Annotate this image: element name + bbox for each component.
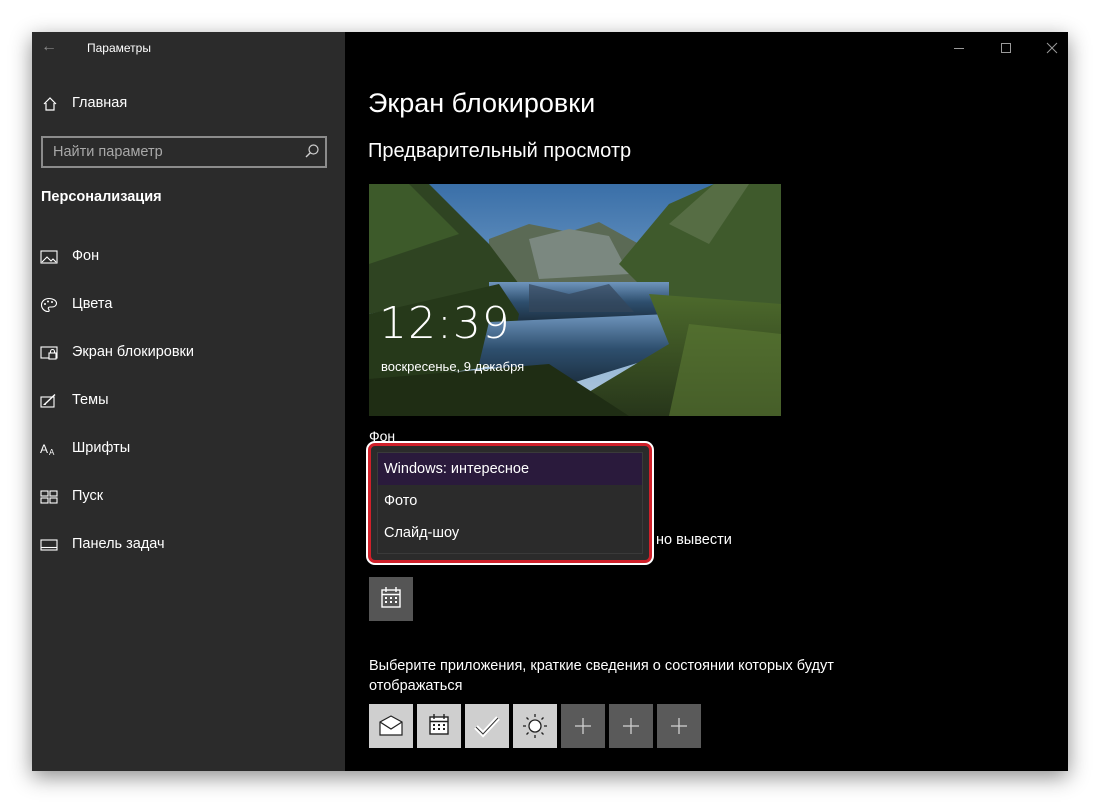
calendar-icon bbox=[381, 587, 401, 608]
sidebar-item-lock-screen[interactable]: Экран блокировки bbox=[32, 336, 345, 370]
add-icon bbox=[623, 718, 639, 734]
dropdown-option-label: Фото bbox=[384, 493, 418, 509]
preview-date: воскресенье, 9 декабря bbox=[381, 359, 525, 374]
sidebar-item-colors[interactable]: Цвета bbox=[32, 288, 345, 322]
app-tile-add[interactable] bbox=[657, 704, 701, 748]
preview-heading: Предварительный просмотр bbox=[368, 140, 632, 162]
home-icon bbox=[43, 97, 57, 111]
nav-home[interactable]: Главная bbox=[32, 90, 345, 120]
apps-prompt: Выберите приложения, краткие сведения о … bbox=[369, 658, 834, 694]
todo-check-icon bbox=[474, 716, 500, 738]
title-bar: ← Параметры bbox=[32, 32, 345, 64]
nav-home-label: Главная bbox=[72, 95, 128, 111]
lock-screen-icon bbox=[40, 346, 58, 360]
mail-icon bbox=[379, 715, 403, 736]
sidebar-item-background[interactable]: Фон bbox=[32, 240, 345, 274]
lock-screen-preview: 12:39 воскресенье, 9 декабря bbox=[369, 184, 781, 416]
search-icon[interactable] bbox=[304, 143, 320, 159]
sidebar-item-label: Шрифты bbox=[72, 440, 131, 456]
section-heading: Персонализация bbox=[41, 189, 162, 205]
sidebar-item-themes[interactable]: Темы bbox=[32, 384, 345, 418]
app-tile-mail[interactable] bbox=[369, 704, 413, 748]
settings-window: ← Параметры Главная Персонализация Фон bbox=[32, 32, 1068, 771]
app-tile-weather[interactable] bbox=[513, 704, 557, 748]
add-icon bbox=[671, 718, 687, 734]
add-icon bbox=[575, 718, 591, 734]
search-box[interactable] bbox=[41, 136, 327, 168]
taskbar-icon bbox=[40, 539, 58, 551]
weather-sun-icon bbox=[523, 714, 547, 738]
background-label: Фон bbox=[369, 428, 396, 444]
back-arrow-icon[interactable]: ← bbox=[41, 38, 57, 56]
background-dropdown-highlight: Windows: интересное Фото Слайд-шоу bbox=[368, 443, 652, 563]
sidebar: ← Параметры Главная Персонализация Фон bbox=[32, 32, 345, 771]
sidebar-item-label: Фон bbox=[72, 248, 100, 264]
sidebar-item-taskbar[interactable]: Панель задач bbox=[32, 528, 345, 562]
background-dropdown[interactable]: Windows: интересное Фото Слайд-шоу bbox=[377, 452, 643, 554]
dropdown-option-windows-spotlight[interactable]: Windows: интересное bbox=[378, 453, 642, 485]
main-content: Экран блокировки Предварительный просмот… bbox=[345, 32, 1068, 771]
app-tile-add[interactable] bbox=[561, 704, 605, 748]
sidebar-item-label: Темы bbox=[72, 392, 109, 408]
preview-clock: 12:39 bbox=[379, 298, 511, 349]
dropdown-option-slideshow[interactable]: Слайд-шоу bbox=[378, 517, 642, 549]
image-icon bbox=[40, 250, 58, 264]
detailed-status-text-partial: но вывести bbox=[656, 532, 732, 548]
app-tile-todo[interactable] bbox=[465, 704, 509, 748]
svg-text:A: A bbox=[40, 442, 48, 456]
search-input[interactable] bbox=[43, 138, 303, 166]
app-title: Параметры bbox=[87, 41, 151, 55]
fonts-icon: A A bbox=[40, 442, 55, 457]
palette-icon bbox=[40, 297, 58, 313]
sidebar-item-label: Пуск bbox=[72, 488, 104, 504]
app-tile-calendar[interactable] bbox=[417, 704, 461, 748]
svg-text:A: A bbox=[49, 448, 55, 457]
dropdown-option-photo[interactable]: Фото bbox=[378, 485, 642, 517]
sidebar-item-start[interactable]: Пуск bbox=[32, 480, 345, 514]
start-icon bbox=[40, 490, 58, 504]
sidebar-item-label: Панель задач bbox=[72, 536, 165, 552]
sidebar-item-fonts[interactable]: A A Шрифты bbox=[32, 432, 345, 466]
dropdown-option-label: Слайд-шоу bbox=[384, 525, 460, 541]
themes-icon bbox=[40, 393, 56, 408]
sidebar-item-label: Цвета bbox=[72, 296, 113, 312]
detailed-status-app-button[interactable] bbox=[369, 577, 413, 621]
calendar-icon bbox=[429, 714, 449, 735]
app-tile-add[interactable] bbox=[609, 704, 653, 748]
page-title: Экран блокировки bbox=[368, 88, 596, 118]
sidebar-item-label: Экран блокировки bbox=[72, 344, 194, 360]
dropdown-option-label: Windows: интересное bbox=[384, 461, 530, 477]
